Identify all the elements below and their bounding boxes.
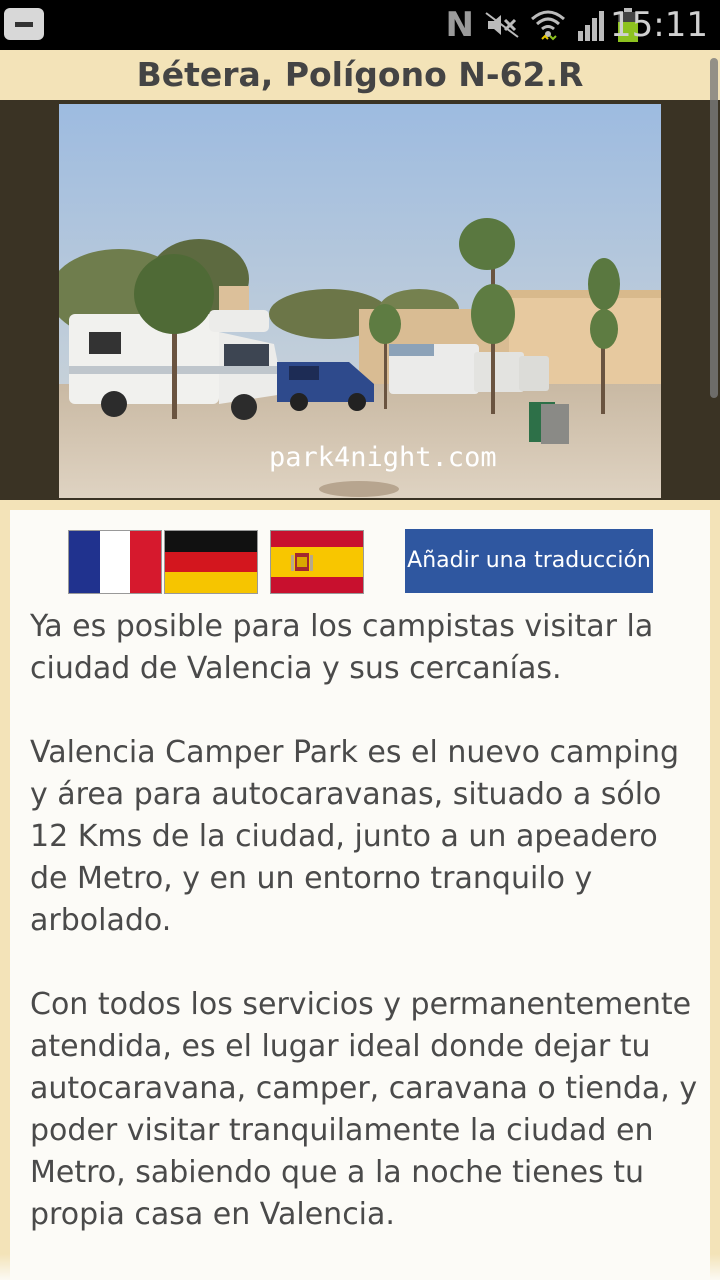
status-icons: N bbox=[446, 6, 608, 44]
photo-watermark: park4night.com bbox=[269, 442, 497, 473]
french-flag[interactable] bbox=[68, 530, 162, 594]
back-icon[interactable] bbox=[4, 8, 44, 40]
nfc-icon: N bbox=[445, 5, 474, 45]
wifi-icon bbox=[531, 10, 565, 41]
description-paragraph: Con todos los servicios y permanentement… bbox=[30, 987, 698, 1232]
scrollbar[interactable] bbox=[710, 58, 718, 398]
place-photo-image bbox=[59, 104, 661, 498]
add-translation-button[interactable]: Añadir una traducción bbox=[405, 529, 653, 593]
page-title-bar: Bétera, Polígono N-62.R bbox=[0, 50, 720, 100]
spanish-flag-image bbox=[271, 531, 363, 593]
scroll-fade bbox=[0, 1254, 720, 1280]
description-paragraph: Valencia Camper Park es el nuevo camping… bbox=[30, 735, 680, 938]
description-card: Añadir una traducción Ya es posible para… bbox=[10, 510, 710, 1280]
place-photo[interactable]: park4night.com bbox=[59, 104, 661, 498]
status-bar: N 15:11 bbox=[0, 0, 720, 50]
description-paragraph: Ya es posible para los campistas visitar… bbox=[30, 609, 654, 686]
signal-icon bbox=[578, 11, 604, 41]
mute-icon bbox=[485, 12, 519, 38]
german-flag[interactable] bbox=[164, 530, 258, 594]
status-time: 15:11 bbox=[610, 5, 708, 45]
spanish-flag[interactable] bbox=[270, 530, 364, 594]
page-title: Bétera, Polígono N-62.R bbox=[136, 55, 584, 94]
description-text: Ya es posible para los campistas visitar… bbox=[30, 606, 702, 1278]
photo-frame: park4night.com bbox=[0, 100, 720, 500]
